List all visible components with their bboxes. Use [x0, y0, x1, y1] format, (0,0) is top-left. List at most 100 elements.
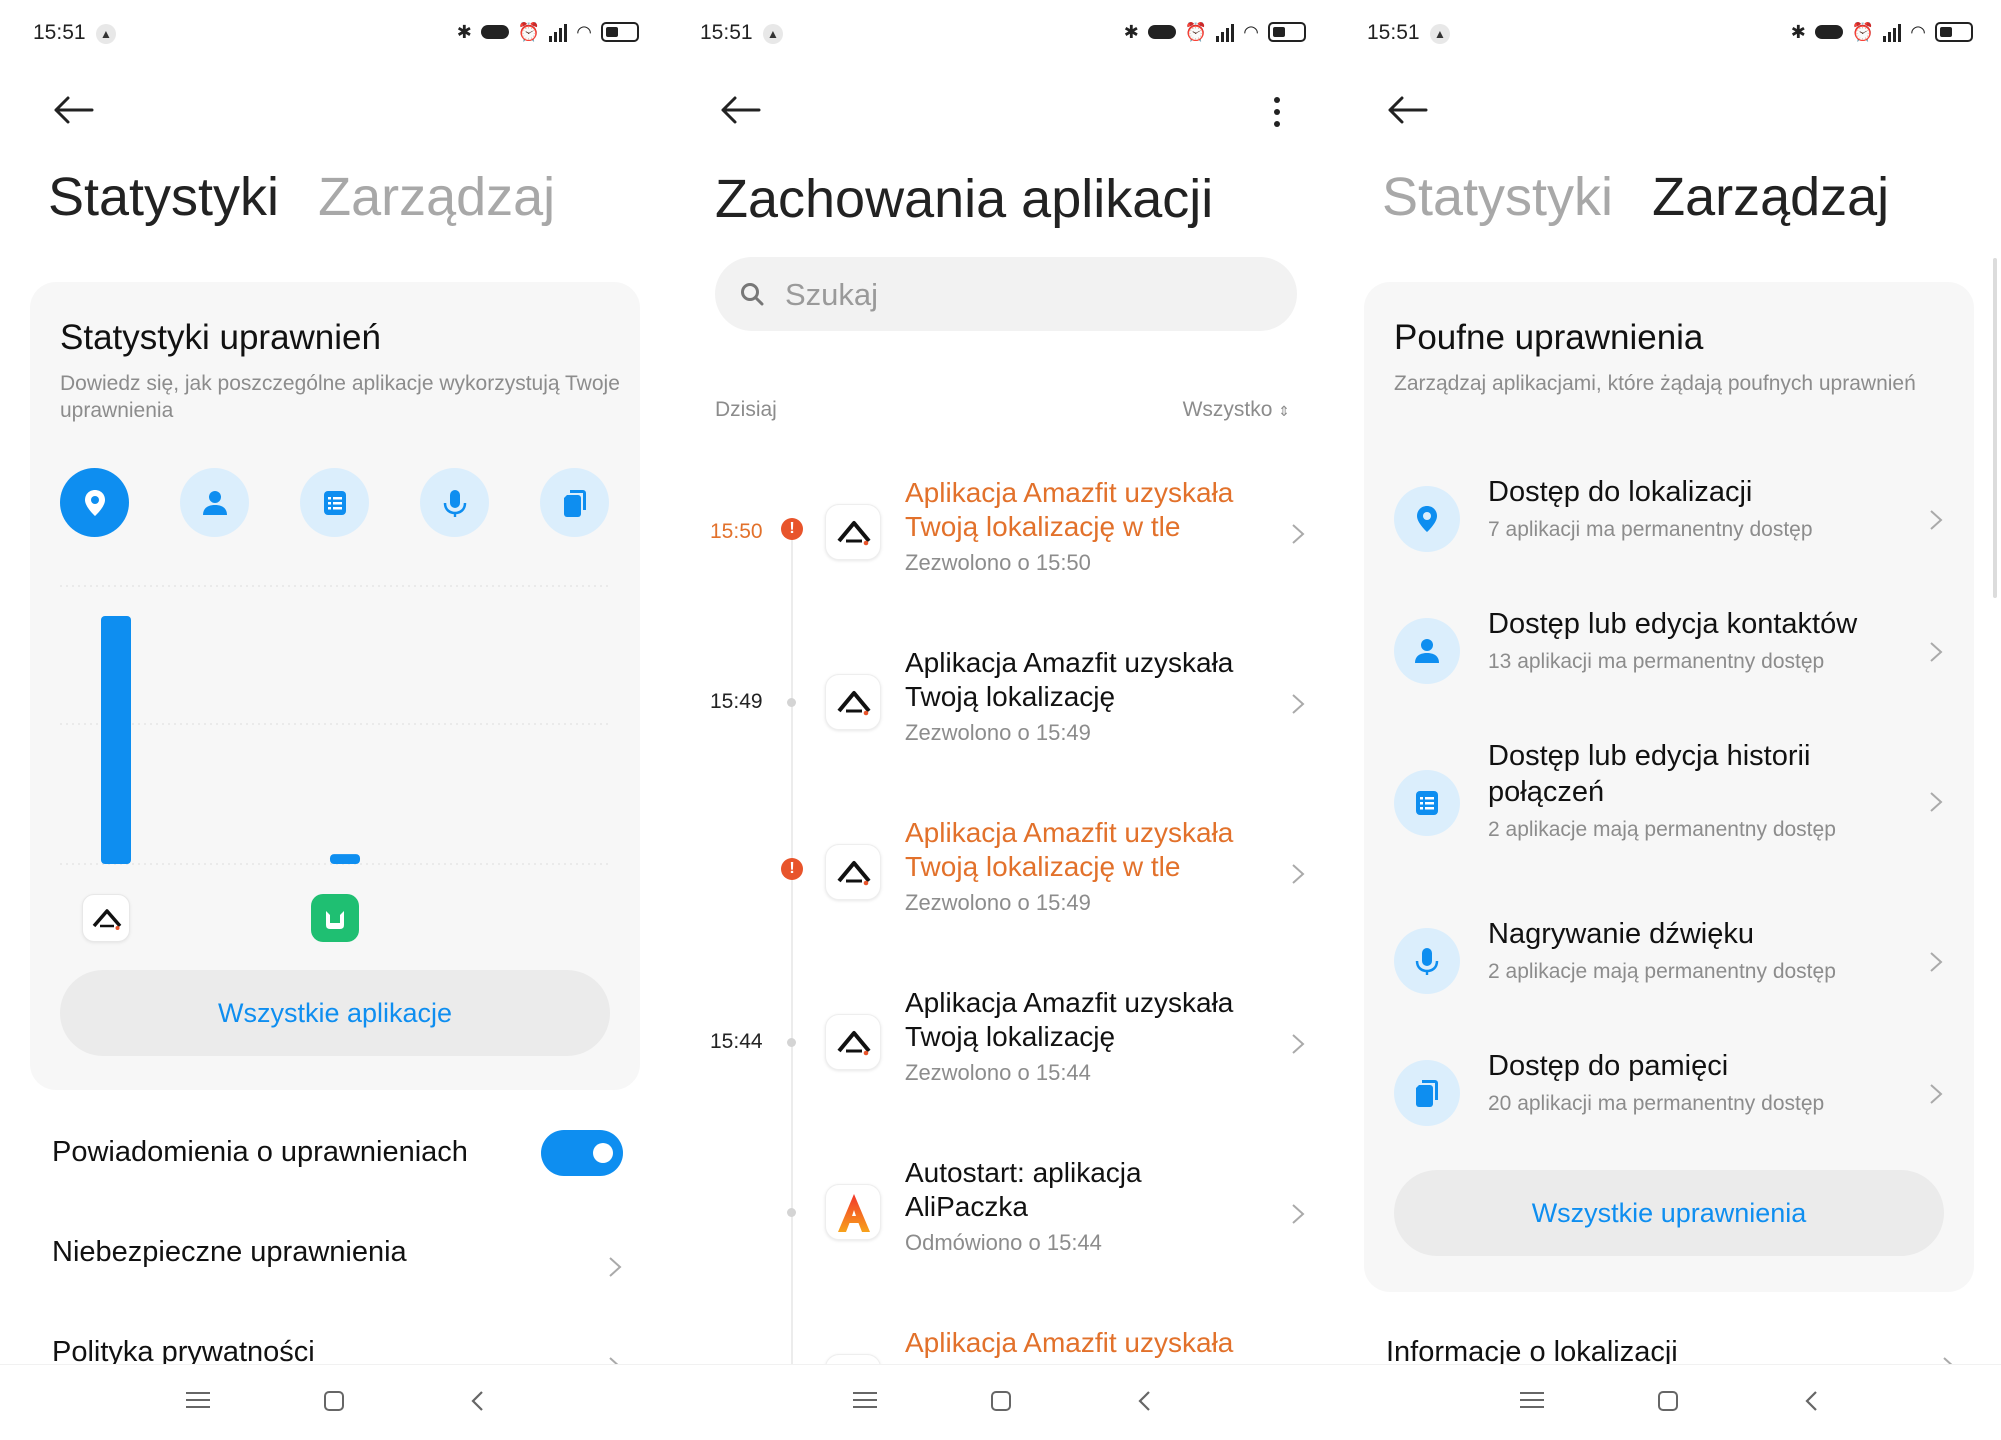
battery-icon [1935, 22, 1973, 42]
vibrate-icon [1814, 25, 1843, 39]
vibrate-icon [480, 25, 509, 39]
screen-app-behavior: 15:51 ▲ ✱ ⏰ ◠ Zachowania aplikacji Szuka… [667, 0, 1334, 1440]
nav-back-icon[interactable] [466, 1389, 490, 1413]
screen-manage: 15:51 ▲ ✱ ⏰ ◠ Statystyki Zarządzaj Poufn… [1334, 0, 2001, 1440]
event-time: 15:49 [710, 690, 763, 713]
event-subtitle: Odmówiono o 15:44 [905, 1230, 1102, 1255]
storage-icon [1394, 1060, 1460, 1126]
tab-manage[interactable]: Zarządzaj [318, 167, 555, 227]
event-item[interactable]: 15:50! Aplikacja Amazfit uzyskała Twoją l… [667, 476, 1334, 626]
status-time: 15:51 [700, 21, 753, 44]
event-item[interactable]: 15:49 Aplikacja Amazfit uzyskała Twoją lo… [667, 646, 1334, 796]
chevron-right-icon [1928, 950, 1944, 974]
card-subtitle: Dowiedz się, jak poszczególne aplikacje … [60, 372, 620, 422]
nav-back-icon[interactable] [1133, 1389, 1157, 1413]
recent-apps-icon[interactable] [853, 1389, 877, 1413]
microphone-icon[interactable] [420, 468, 489, 537]
alipaczka-icon [825, 1184, 881, 1240]
chevron-right-icon [1290, 522, 1306, 546]
back-arrow-icon[interactable] [719, 92, 761, 128]
chevron-right-icon [1290, 1032, 1306, 1056]
event-title: Aplikacja Amazfit uzyskała [905, 1327, 1234, 1358]
permission-notifications-row[interactable]: Powiadomienia o uprawnieniach [52, 1122, 627, 1182]
search-icon [741, 283, 764, 306]
row-label: Powiadomienia o uprawnieniach [52, 1136, 468, 1168]
call-log-icon[interactable] [300, 468, 369, 537]
bluetooth-icon: ✱ [456, 22, 472, 42]
storage-icon[interactable] [540, 468, 609, 537]
tab-bar: Statystyki Zarządzaj [1382, 166, 1913, 228]
bar-mi-home[interactable] [330, 854, 360, 864]
recent-apps-icon[interactable] [1520, 1389, 1544, 1413]
permission-title: Dostęp lub edycja historii połączeń [1488, 740, 1811, 808]
bar-amazfit[interactable] [101, 616, 131, 864]
all-permissions-button[interactable]: Wszystkie uprawnienia [1394, 1170, 1944, 1256]
back-arrow-icon[interactable] [52, 92, 94, 128]
notification-icon: ▲ [1430, 24, 1450, 44]
location-icon[interactable] [60, 468, 129, 537]
filter-dropdown[interactable]: Wszystko ⇕ [1183, 398, 1290, 422]
chevron-right-icon [1290, 862, 1306, 886]
page-title: Zachowania aplikacji [715, 169, 1214, 229]
mi-home-icon[interactable] [311, 894, 359, 942]
amazfit-icon [825, 674, 881, 730]
home-icon[interactable] [324, 1391, 344, 1411]
permission-subtitle: 20 aplikacji ma permanentny dostęp [1488, 1092, 1825, 1115]
chevron-right-icon [1290, 692, 1306, 716]
call-log-icon [1394, 770, 1460, 836]
chevron-right-icon [1941, 1340, 1957, 1377]
tab-manage[interactable]: Zarządzaj [1652, 167, 1889, 227]
row-label: Niebezpieczne uprawnienia [52, 1236, 407, 1268]
timeline-dot [787, 698, 796, 707]
bluetooth-icon: ✱ [1790, 22, 1806, 42]
amazfit-icon [825, 844, 881, 900]
chevron-right-icon [1928, 508, 1944, 532]
scrollbar[interactable] [1993, 258, 1997, 598]
amazfit-icon [825, 1014, 881, 1070]
back-arrow-icon[interactable] [1386, 92, 1428, 128]
permission-subtitle: 2 aplikacje mają permanentny dostęp [1488, 818, 1836, 841]
chevron-right-icon [607, 1340, 623, 1377]
event-title: Aplikacja Amazfit uzyskała Twoją lokaliz… [905, 817, 1234, 882]
tab-statistics[interactable]: Statystyki [48, 167, 279, 227]
amazfit-icon[interactable] [82, 894, 130, 942]
search-placeholder: Szukaj [785, 277, 879, 312]
event-item[interactable]: Autostart: aplikacja AliPaczka Odmówiono … [667, 1156, 1334, 1306]
alarm-icon: ⏰ [517, 22, 541, 42]
alarm-icon: ⏰ [1851, 22, 1875, 42]
permission-row-location[interactable]: Dostęp do lokalizacji 7 aplikacji ma per… [1364, 466, 1974, 576]
card-title: Poufne uprawnienia [1394, 318, 1704, 357]
dangerous-permissions-row[interactable]: Niebezpieczne uprawnienia [52, 1222, 627, 1282]
event-subtitle: Zezwolono o 15:49 [905, 720, 1091, 745]
search-input[interactable]: Szukaj [715, 257, 1297, 331]
permission-title: Dostęp do pamięci [1488, 1050, 1729, 1082]
recent-apps-icon[interactable] [186, 1389, 210, 1413]
chart-svg [60, 585, 610, 865]
battery-icon [601, 22, 639, 42]
event-title: Aplikacja Amazfit uzyskała Twoją lokaliz… [905, 647, 1234, 712]
status-time: 15:51 [33, 21, 86, 44]
permission-row-storage[interactable]: Dostęp do pamięci 20 aplikacji ma perman… [1364, 1040, 1974, 1150]
event-time: 15:44 [710, 1030, 763, 1053]
contacts-icon[interactable] [180, 468, 249, 537]
event-item[interactable]: ! Aplikacja Amazfit uzyskała Twoją lokali… [667, 816, 1334, 966]
permission-stats-card: Statystyki uprawnień Dowiedz się, jak po… [30, 282, 640, 1090]
chevron-right-icon [1290, 1202, 1306, 1226]
contacts-icon [1394, 618, 1460, 684]
notifications-toggle[interactable] [541, 1130, 623, 1176]
all-apps-button[interactable]: Wszystkie aplikacje [60, 970, 610, 1056]
event-item[interactable]: 15:44 Aplikacja Amazfit uzyskała Twoją lo… [667, 986, 1334, 1136]
permission-row-call-log[interactable]: Dostęp lub edycja historii połączeń 2 ap… [1364, 730, 1974, 880]
battery-icon [1268, 22, 1306, 42]
nav-back-icon[interactable] [1800, 1389, 1824, 1413]
vibrate-icon [1147, 25, 1176, 39]
tab-statistics[interactable]: Statystyki [1382, 167, 1613, 227]
navigation-bar [1334, 1364, 2001, 1440]
home-icon[interactable] [1658, 1391, 1678, 1411]
permission-row-microphone[interactable]: Nagrywanie dźwięku 2 aplikacje mają perm… [1364, 908, 1974, 1018]
permission-row-contacts[interactable]: Dostęp lub edycja kontaktów 13 aplikacji… [1364, 598, 1974, 708]
signal-icon [1216, 22, 1235, 42]
home-icon[interactable] [991, 1391, 1011, 1411]
more-options-icon[interactable] [1272, 94, 1282, 128]
chevron-right-icon [1928, 790, 1944, 814]
